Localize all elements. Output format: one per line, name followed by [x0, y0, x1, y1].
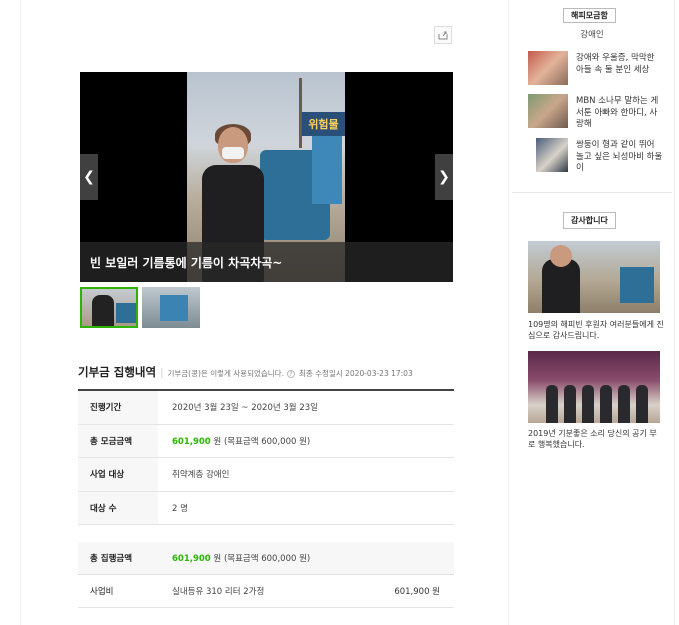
row-label: 사업 대상: [78, 458, 158, 491]
row-value: 2020년 3월 23일 ~ 2020년 3월 23일: [172, 403, 318, 414]
list-item-thumbnail: [536, 138, 568, 172]
execution-separator: |: [160, 368, 164, 379]
table-row: 대상 수 2 명: [78, 491, 454, 525]
execution-title: 기부금 집행내역: [78, 365, 157, 379]
slide-thumbnail-1[interactable]: [80, 287, 138, 328]
photo-warning-sign: 위험물: [302, 112, 345, 136]
raised-amount: 601,900: [172, 436, 211, 447]
list-item-text: 강애와 우울증, 막막한 아들 속 둘 분인 세상: [576, 53, 655, 75]
chevron-left-icon: ❮: [83, 169, 95, 185]
thanks-caption-1[interactable]: 109명의 해피빈 후원자 여러분들에게 진심으로 감사드립니다.: [528, 319, 664, 341]
execution-header: 기부금 집행내역 | 기부금(콩)은 이렇게 사용되었습니다. ? 최종 수정일…: [78, 364, 454, 380]
slide-caption: 빈 보일러 기름통에 기름이 차곡차곡~: [90, 256, 283, 270]
chevron-right-icon: ❯: [438, 169, 450, 185]
spent-amount: 601,900: [172, 554, 211, 564]
thanks-caption-2[interactable]: 2019년 기분좋은 소리 당신의 공기 부로 행복했습니다.: [528, 428, 664, 450]
page: 위험물 빈 보일러 기름통에 기름이 차곡차곡~ ❮ ❯ 기부금 집행내역 | …: [0, 0, 679, 625]
share-button[interactable]: [434, 26, 452, 44]
row-label: 총 모금금액: [78, 424, 158, 457]
thanks-image-1[interactable]: [528, 241, 660, 313]
last-updated: 최종 수정일시 2020-03-23 17:03: [298, 369, 413, 378]
list-item[interactable]: MBN 소나무 말하는 게 서툰 아빠와 한마디, 사랑해: [528, 94, 668, 132]
table-row: 사업 대상 취약계층 강애인: [78, 458, 454, 492]
spending-table: 총 집행금액 601,900 원 (목표금액 600,000 원) 사업비 실내…: [78, 542, 454, 608]
question-icon[interactable]: ?: [286, 370, 295, 378]
row-value: 취약계층 강애인: [172, 470, 230, 481]
list-item-text: MBN 소나무 말하는 게 서툰 아빠와 한마디, 사랑해: [576, 96, 659, 129]
list-item[interactable]: 쌍둥이 형과 같이 뛰어 놀고 싶은 뇌성마비 하울이: [528, 138, 668, 176]
row-value: 601,900 원 (목표금액 600,000 원): [158, 435, 310, 447]
row-value: 601,900 원 (목표금액 600,000 원): [158, 552, 454, 564]
sidebar-left-border: [508, 0, 509, 625]
spent-amount-rest: 원 (목표금액 600,000 원): [210, 554, 311, 564]
list-item-text: 쌍둥이 형과 같이 뛰어 놀고 싶은 뇌성마비 하울이: [576, 140, 663, 173]
slide-thumbnail-2[interactable]: [142, 287, 200, 328]
row-label: 대상 수: [78, 491, 158, 524]
sidebar-subtitle: 강애인: [580, 30, 604, 40]
execution-description: 기부금(콩)은 이렇게 사용되었습니다.: [167, 369, 284, 378]
donation-info-table: 진행기간 2020년 3월 23일 ~ 2020년 3월 23일 총 모금금액 …: [78, 389, 454, 525]
thanks-image-2[interactable]: [528, 351, 660, 423]
row-value: 2 명: [172, 503, 188, 514]
main-left-border: [20, 0, 21, 625]
slide-prev-button[interactable]: ❮: [80, 154, 98, 200]
raised-amount-rest: 원 (목표금액 600,000 원): [210, 436, 311, 447]
photo-slider[interactable]: 위험물 빈 보일러 기름통에 기름이 차곡차곡~ ❮ ❯: [80, 72, 453, 282]
row-amount: 601,900 원: [394, 587, 440, 597]
row-label: 진행기간: [78, 391, 158, 424]
table-row: 총 집행금액 601,900 원 (목표금액 600,000 원): [78, 542, 454, 575]
share-icon: [438, 31, 448, 40]
sidebar-badge: 해피모금함: [563, 8, 616, 23]
list-item-thumbnail: [528, 51, 568, 85]
row-label: 총 집행금액: [90, 554, 133, 564]
list-item-thumbnail: [528, 94, 568, 128]
sidebar-right-border: [674, 0, 675, 625]
list-item[interactable]: 강애와 우울증, 막막한 아들 속 둘 분인 세상: [528, 51, 668, 89]
sidebar-thanks: 감사합니다 109명의 해피빈 후원자 여러분들에게 진심으로 감사드립니다. …: [512, 200, 672, 620]
row-label: 사업비: [90, 587, 114, 597]
table-row: 총 모금금액 601,900 원 (목표금액 600,000 원): [78, 424, 454, 458]
row-detail: 실내등유 310 리터 2가정: [172, 587, 265, 597]
sidebar-fundraising: 해피모금함 강애인 강애와 우울증, 막막한 아들 속 둘 분인 세상 MBN …: [512, 0, 672, 193]
table-row: 진행기간 2020년 3월 23일 ~ 2020년 3월 23일: [78, 391, 454, 425]
photo-oil-tank-top: [312, 134, 342, 204]
table-row: 사업비 실내등유 310 리터 2가정 601,900 원: [78, 575, 454, 608]
slide-next-button[interactable]: ❯: [435, 154, 453, 200]
thanks-badge: 감사합니다: [563, 212, 616, 229]
